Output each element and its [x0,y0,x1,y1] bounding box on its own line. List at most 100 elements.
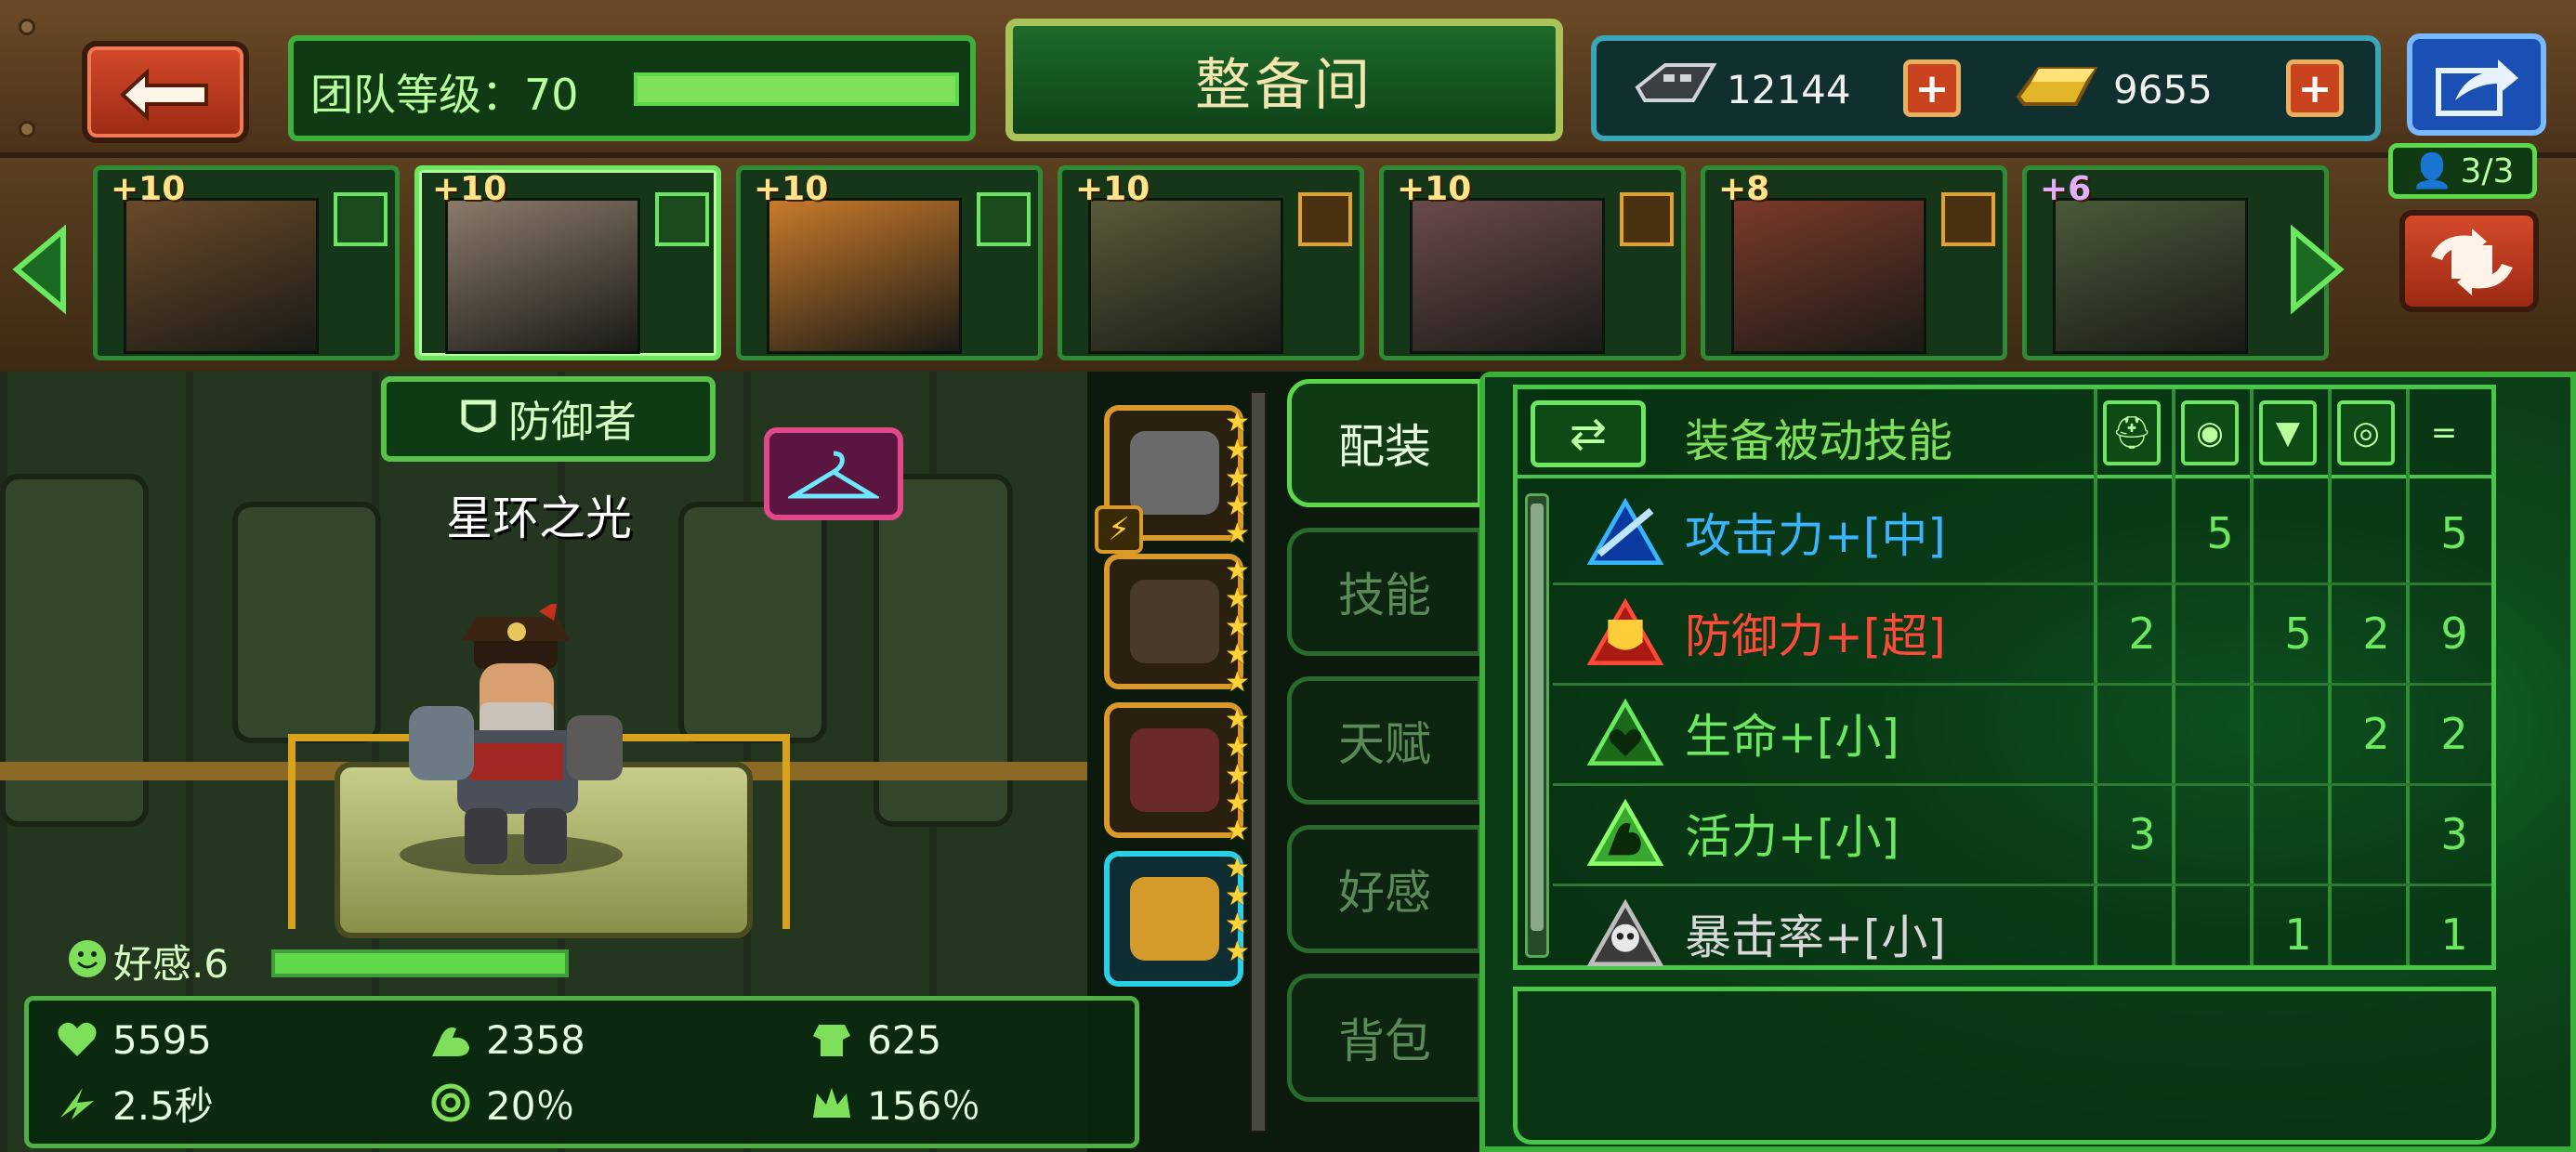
hero-portrait [767,198,962,354]
star-icon: ★ [1225,517,1250,550]
defense-icon [1581,594,1670,672]
col-mask-icon: ▼ [2259,400,2317,465]
swap-icon [2431,229,2513,295]
hero-character-sprite [400,604,623,875]
star-icon: ★ [1225,638,1250,671]
hero-card[interactable]: +10 [414,165,721,360]
rivet [19,19,35,35]
skill-value: 5 [2440,508,2468,558]
stat-hp: 5595 [55,1014,212,1066]
crit-skull-icon [1581,895,1670,973]
favor-row: 好感.6 [67,933,587,988]
skills-scrollbar[interactable] [1525,493,1549,958]
share-icon [2436,59,2518,116]
tab[interactable]: 配装 [1287,379,1482,507]
hero-level: +10 [754,170,829,208]
stats-panel: 5595 2358 625 2.5秒 20％ 156％ [24,996,1139,1148]
skill-value: 2 [2440,709,2468,759]
tab[interactable]: 技能 [1287,528,1482,656]
skill-value: 1 [2440,910,2468,960]
tab[interactable]: 好感 [1287,825,1482,953]
team-count: 3/3 [2460,151,2515,190]
crown-icon [813,1088,850,1118]
star-icon: ★ [1225,759,1250,792]
toggle-view-button[interactable]: ⇄ [1531,400,1646,467]
hero-card[interactable]: +10 [93,165,400,360]
hero-role-tag [655,192,709,246]
skill-value: 5 [2284,609,2312,659]
speed-icon [60,1088,94,1119]
hero-card[interactable]: +10 [1058,165,1364,360]
star-icon: ★ [1225,731,1250,764]
skill-value: 5 [2206,508,2234,558]
prev-heroes-arrow-icon[interactable] [7,223,72,316]
equipment-slot[interactable]: ★ ★ ★ ★ ★ [1104,702,1250,845]
hero-role-tag [1620,192,1674,246]
hero-level: +10 [1075,170,1150,208]
favor-bar-fill [275,953,565,974]
vitality-icon [1581,794,1670,872]
shield-icon [461,399,496,433]
crit-damage-value: 156％ [867,1082,981,1129]
tab[interactable]: 天赋 [1287,676,1482,805]
outfit-button[interactable] [764,427,903,520]
skill-name: 活力+[小] [1685,810,1899,864]
stat-crit-damage: 156％ [809,1077,980,1129]
skill-value: 1 [2284,910,2312,960]
star-rating: ★ ★ ★ ★ ★ [1225,706,1262,845]
title-plate: 整备间 [1005,19,1563,141]
star-icon: ★ [1225,666,1250,699]
hero-portrait [124,198,319,354]
hero-card[interactable]: +10 [1379,165,1686,360]
hero-name: 星环之光 [446,491,632,545]
skill-row: 活力+[小] 3 3 [1555,783,2493,884]
skill-value: 9 [2440,609,2468,659]
tab[interactable]: 背包 [1287,974,1482,1102]
muscle-icon [432,1028,469,1056]
skill-name: 防御力+[超] [1685,609,1946,663]
equipment-slot[interactable]: ★ ★ ★ ★ ★ [1104,554,1250,697]
hp-value: 5595 [112,1016,212,1063]
lightning-icon: ⚡ [1095,505,1143,554]
swap-team-button[interactable] [2399,210,2539,312]
skill-value: 2 [2128,609,2156,659]
hero-card[interactable]: +6 [2022,165,2329,360]
star-icon: ★ [1225,852,1250,884]
hero-card[interactable]: +8 [1701,165,2007,360]
skill-row: 生命+[小] 2 2 [1555,683,2493,783]
add-gold-button[interactable]: + [2286,59,2344,117]
team-level-panel: 团队等级：70 [288,35,976,141]
skill-value: 3 [2128,809,2156,859]
skill-row: 防御力+[超] 2 5 2 9 [1555,583,2493,683]
hero-level: +10 [111,170,186,208]
share-button[interactable] [2407,33,2546,136]
defense-value: 625 [867,1016,942,1063]
stat-interval: 2.5秒 [55,1077,214,1129]
hero-role-tag [334,192,388,246]
stat-attack: 2358 [428,1014,585,1066]
add-chip-button[interactable]: + [1903,59,1961,117]
hero-roster: +10 +10 +10 +10 +10 +8 +6 [0,158,2576,372]
star-icon: ★ [1225,462,1250,494]
star-icon: ★ [1225,583,1250,615]
team-level-label: 团队等级：70 [310,70,579,120]
equipment-slot[interactable]: ★ ★ ★ ★ [1104,851,1250,987]
skill-value: 2 [2362,609,2390,659]
hero-card[interactable]: +10 [736,165,1043,360]
grid-line [1553,683,2491,686]
interval-value: 2.5秒 [112,1082,214,1129]
col-chest-icon: ◎ [2337,400,2395,465]
next-heroes-arrow-icon[interactable] [2284,223,2349,316]
back-button[interactable] [82,41,249,143]
currency-panel: 12144 + 9655 + [1591,35,2381,141]
scroll-thumb[interactable] [1531,504,1544,931]
star-icon: ★ [1225,880,1250,912]
hero-class-label: 防御者 [508,397,637,447]
hero-role-tag [977,192,1031,246]
crit-value: 20％ [486,1082,575,1129]
chip-count: 12144 [1727,67,1851,112]
equipment-slot[interactable]: ★ ★ ★ ★ ★ ⚡ [1095,405,1250,554]
hero-portrait [445,198,640,354]
grid-line [1553,783,2491,786]
skill-name: 生命+[小] [1685,710,1899,764]
